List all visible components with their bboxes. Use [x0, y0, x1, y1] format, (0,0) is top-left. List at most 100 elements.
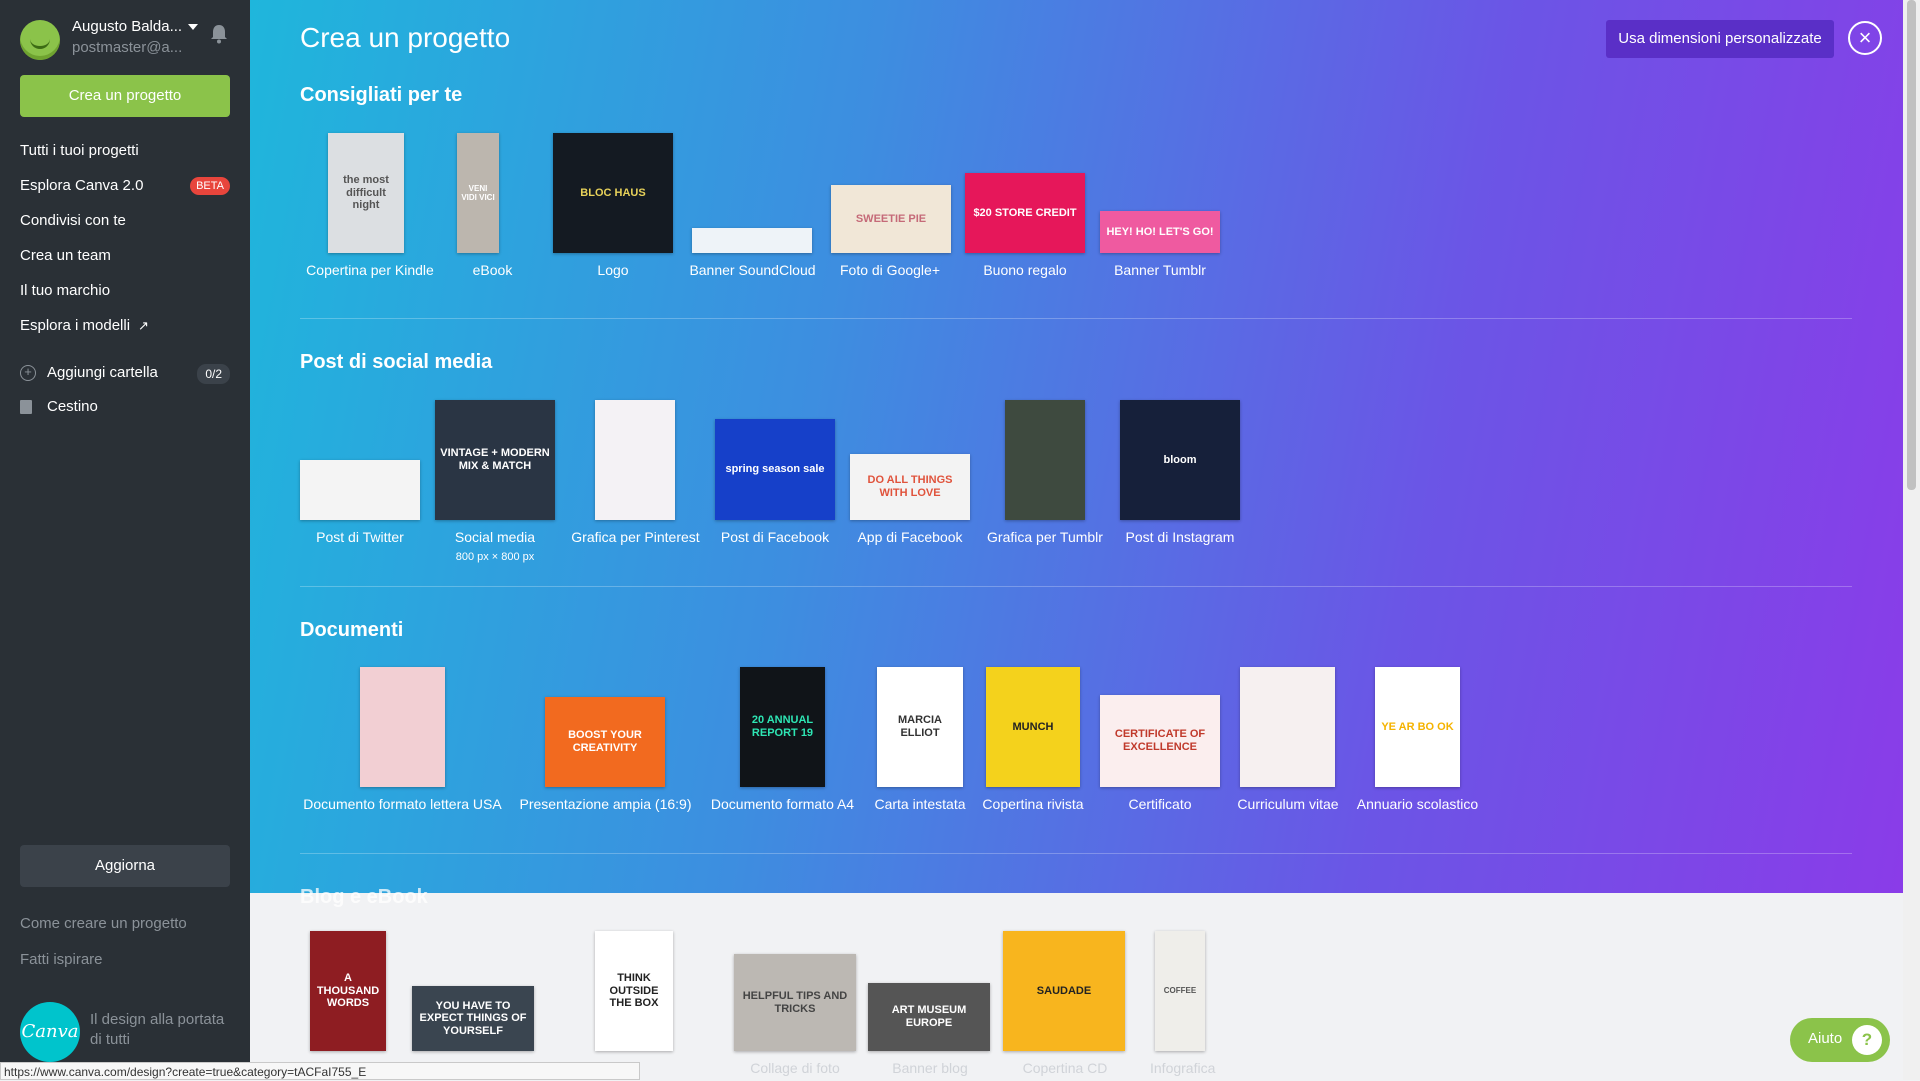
template-label: Copertina rivista [982, 796, 1084, 812]
template-thumbnail[interactable] [692, 228, 812, 253]
sidebar-item-templates[interactable]: Esplora i modelli ↗ [20, 315, 235, 350]
bell-icon[interactable] [210, 24, 228, 44]
add-folder-button[interactable]: + Aggiungi cartella 0/2 [20, 364, 230, 386]
template-label: eBook [472, 262, 513, 278]
status-bar-url: https://www.canva.com/design?create=true… [0, 1062, 640, 1080]
template-thumbnail[interactable]: MUNCH [986, 667, 1080, 787]
template-thumbnail[interactable]: VINTAGE + MODERN MIX & MATCH [435, 400, 555, 520]
template-thumbnail[interactable]: MARCIA ELLIOT [877, 667, 963, 787]
template-thumbnail[interactable]: YE AR BO OK [1375, 667, 1460, 787]
template-label: Presentazione ampia (16:9) [519, 796, 692, 812]
sidebar-item-label: Il tuo marchio [20, 282, 111, 299]
chevron-down-icon[interactable] [188, 24, 198, 30]
trash-label: Cestino [47, 398, 98, 415]
custom-dimensions-button[interactable]: Usa dimensioni personalizzate [1606, 20, 1834, 58]
template-label: Post di Facebook [720, 529, 830, 545]
template-size-label: 800 px × 800 px [455, 551, 535, 563]
template-thumbnail[interactable] [595, 400, 675, 520]
template-label: Infografica [1150, 1060, 1216, 1076]
create-project-button[interactable]: Crea un progetto [20, 75, 230, 117]
avatar[interactable] [20, 20, 60, 60]
template-label: Post di Twitter [316, 529, 404, 545]
template-label: Logo [597, 262, 629, 278]
scrollbar-thumb[interactable] [1907, 0, 1916, 490]
sidebar-item-shared[interactable]: Condivisi con te [20, 210, 235, 245]
template-label: Copertina CD [1022, 1060, 1108, 1076]
template-label: Buono regalo [983, 262, 1067, 278]
template-thumbnail[interactable]: THINK OUTSIDE THE BOX [595, 931, 673, 1051]
how-to-link[interactable]: Come creare un progetto [20, 915, 187, 932]
template-label: Documento formato lettera USA [303, 796, 502, 812]
sidebar: Augusto Balda... postmaster@a... Crea un… [0, 0, 250, 1080]
template-label: Banner blog [892, 1060, 968, 1076]
template-label: Documento formato A4 [710, 796, 855, 812]
beta-badge: BETA [190, 177, 230, 195]
canva-logo: Canva [20, 1002, 80, 1062]
divider [300, 586, 1852, 587]
template-label: Grafica per Tumblr [987, 529, 1103, 545]
template-label: Grafica per Pinterest [571, 529, 700, 545]
template-thumbnail[interactable] [1005, 400, 1085, 520]
template-label: Post di Instagram [1125, 529, 1235, 545]
inspire-link[interactable]: Fatti ispirare [20, 951, 103, 968]
template-thumbnail[interactable]: BLOC HAUS [553, 133, 673, 253]
template-thumbnail[interactable]: SAUDADE [1003, 931, 1125, 1051]
template-thumbnail[interactable]: HELPFUL TIPS AND TRICKS [734, 954, 856, 1051]
user-email: postmaster@a... [72, 39, 183, 56]
template-label: Collage di foto [750, 1060, 840, 1076]
template-label: Social media [454, 529, 536, 545]
template-thumbnail[interactable]: 20 ANNUAL REPORT 19 [740, 667, 825, 787]
template-thumbnail[interactable]: SWEETIE PIE [831, 185, 951, 253]
page-title: Crea un progetto [300, 22, 511, 53]
tagline: Il design alla portata di tutti [90, 1011, 225, 1048]
sidebar-item-label: Esplora Canva 2.0 [20, 177, 144, 194]
sidebar-item-label: Esplora i modelli [20, 317, 131, 334]
sidebar-item-create-team[interactable]: Crea un team [20, 245, 235, 280]
sidebar-item-explore-canva[interactable]: Esplora Canva 2.0 BETA [20, 175, 235, 210]
sidebar-item-all-projects[interactable]: Tutti i tuoi progetti [20, 140, 235, 175]
upgrade-button[interactable]: Aggiorna [20, 845, 230, 887]
template-label: Banner SoundCloud [689, 262, 816, 278]
template-thumbnail[interactable] [360, 667, 445, 787]
divider [300, 853, 1852, 854]
template-thumbnail[interactable]: the most difficult night [328, 133, 404, 253]
template-thumbnail[interactable] [1240, 667, 1335, 787]
folder-count-badge: 0/2 [197, 364, 230, 384]
template-label: Carta intestata [874, 796, 966, 812]
template-thumbnail[interactable]: ART MUSEUM EUROPE [868, 983, 990, 1051]
template-thumbnail[interactable]: A THOUSAND WORDS [310, 931, 386, 1051]
plus-icon: + [20, 365, 36, 381]
template-thumbnail[interactable]: BOOST YOUR CREATIVITY [545, 697, 665, 787]
close-icon[interactable]: × [1848, 21, 1882, 55]
template-thumbnail[interactable]: CERTIFICATE OF EXCELLENCE [1100, 695, 1220, 787]
template-label: App di Facebook [857, 529, 963, 545]
sidebar-nav: Tutti i tuoi progetti Esplora Canva 2.0 B… [20, 140, 235, 350]
sidebar-item-label: Tutti i tuoi progetti [20, 142, 139, 159]
template-thumbnail[interactable]: bloom [1120, 400, 1240, 520]
sidebar-item-brand[interactable]: Il tuo marchio [20, 280, 235, 315]
template-thumbnail[interactable]: $20 STORE CREDIT [965, 173, 1085, 253]
template-thumbnail[interactable]: DO ALL THINGS WITH LOVE [850, 454, 970, 520]
trash-icon [20, 400, 32, 414]
template-label: Copertina per Kindle [306, 262, 434, 278]
section-title-recommended: Consigliati per te [300, 84, 463, 106]
divider [300, 318, 1852, 319]
help-button[interactable]: Aiuto ? [1790, 1018, 1890, 1062]
template-thumbnail[interactable]: YOU HAVE TO EXPECT THINGS OF YOURSELF [412, 986, 534, 1051]
template-thumbnail[interactable] [300, 460, 420, 520]
template-thumbnail[interactable]: spring season sale [715, 419, 835, 520]
user-name[interactable]: Augusto Balda... [72, 18, 182, 35]
template-label: Foto di Google+ [839, 262, 940, 278]
section-title-blog: Blog e eBook [300, 886, 428, 908]
sidebar-item-label: Condivisi con te [20, 212, 126, 229]
section-title-documents: Documenti [300, 619, 404, 641]
question-icon: ? [1852, 1025, 1882, 1055]
template-thumbnail[interactable]: VENI VIDI VICI [457, 133, 499, 253]
external-link-icon: ↗ [138, 318, 149, 333]
template-label: Banner Tumblr [1114, 262, 1206, 278]
template-thumbnail[interactable]: COFFEE [1155, 931, 1205, 1051]
sidebar-item-label: Crea un team [20, 247, 111, 264]
template-label: Certificato [1128, 796, 1192, 812]
add-folder-label: Aggiungi cartella [47, 364, 158, 381]
template-thumbnail[interactable]: HEY! HO! LET'S GO! [1100, 211, 1220, 253]
